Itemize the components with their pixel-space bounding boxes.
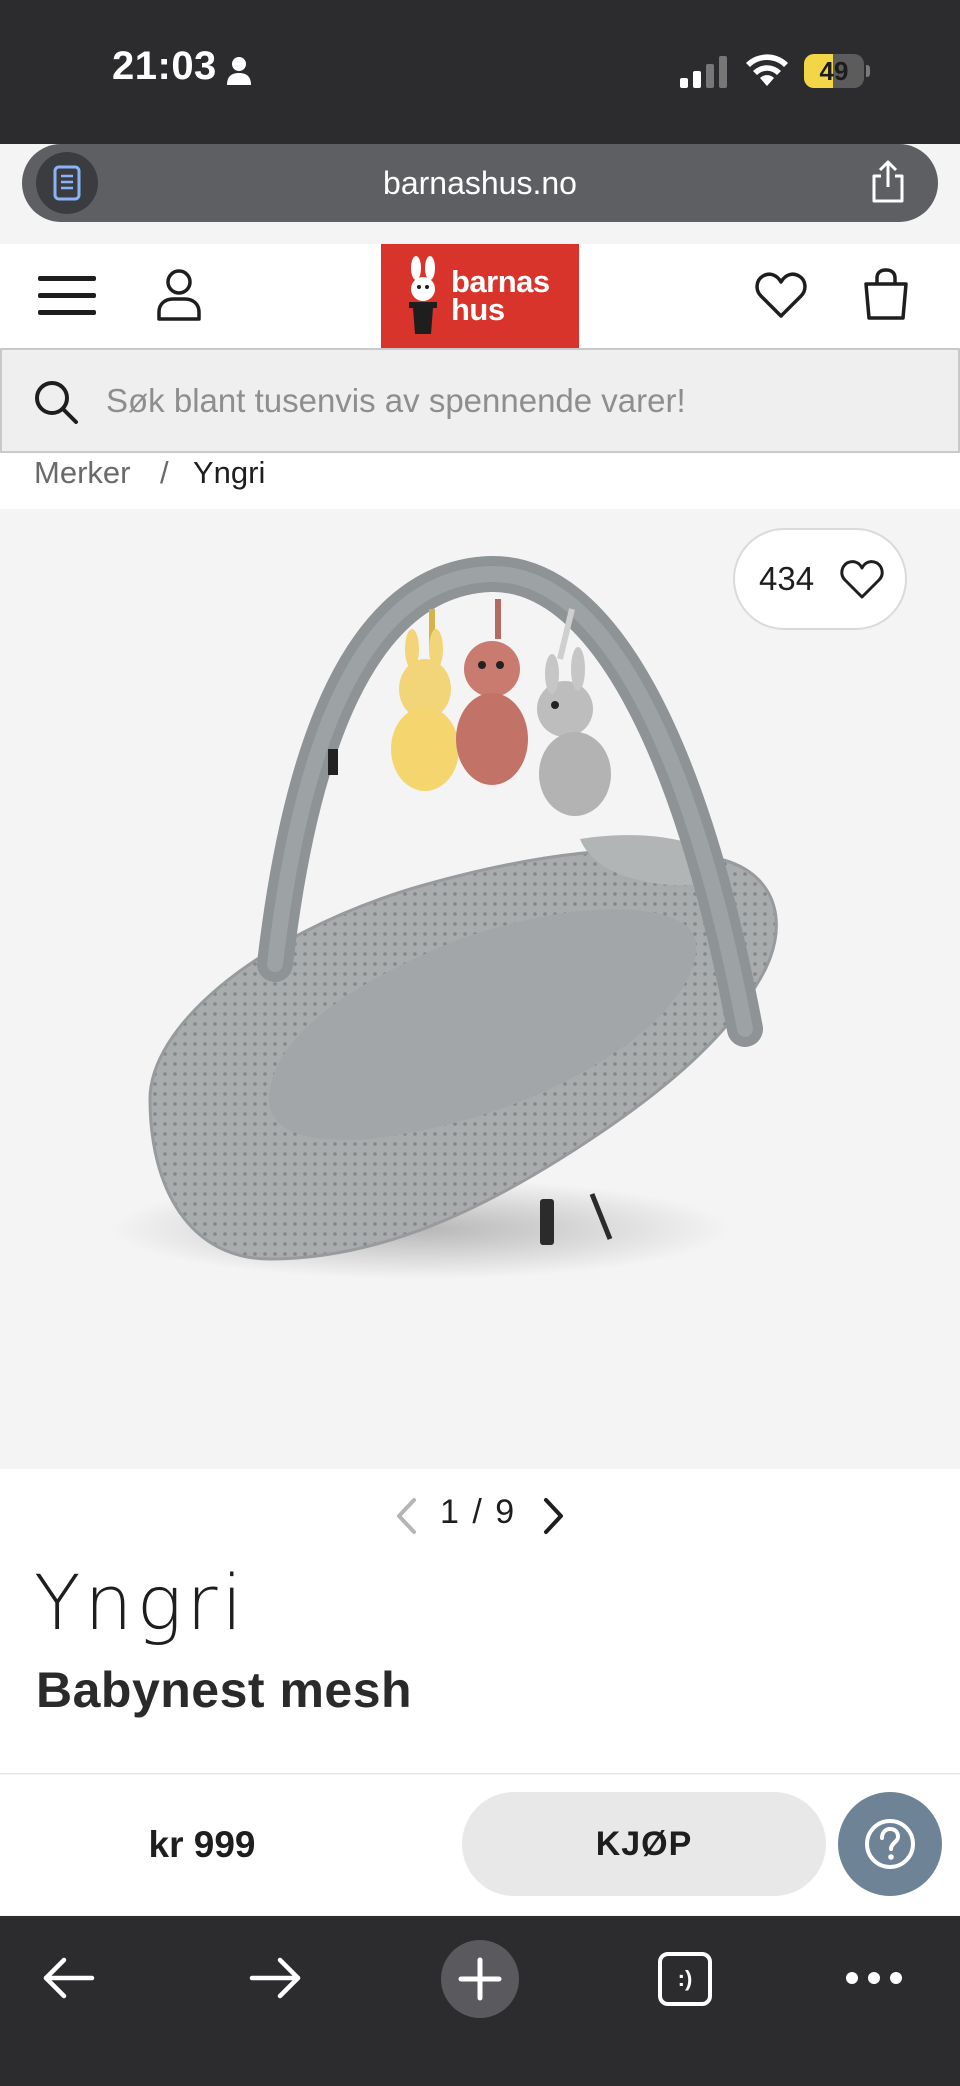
search-bar	[0, 348, 960, 453]
address-bar[interactable]: barnashus.no	[22, 144, 938, 222]
more-icon[interactable]	[846, 1972, 902, 1986]
chevron-left-icon[interactable]	[394, 1497, 420, 1535]
new-tab-button[interactable]	[441, 1940, 519, 2018]
bag-icon[interactable]	[862, 266, 910, 322]
wifi-icon	[746, 54, 788, 86]
buy-bar: kr 999 KJØP	[0, 1775, 960, 1915]
product-price: kr 999	[148, 1824, 256, 1865]
product-title: Babynest mesh	[36, 1662, 413, 1718]
favorite-count: 434	[759, 560, 815, 597]
question-icon	[865, 1819, 915, 1869]
battery-icon: 49	[804, 54, 870, 88]
bunny-logo-icon	[409, 256, 437, 334]
brand-logo[interactable]: Yngri	[34, 1561, 274, 1645]
user-icon[interactable]	[156, 268, 202, 322]
battery-level: 49	[819, 56, 849, 86]
buy-button[interactable]: KJØP	[462, 1792, 826, 1896]
plus-icon	[458, 1957, 502, 2001]
signal-icon	[680, 56, 727, 88]
heart-icon[interactable]	[754, 270, 808, 320]
search-input[interactable]	[106, 370, 926, 432]
menu-icon[interactable]	[38, 274, 96, 318]
gallery-pager: 1 / 9	[0, 1491, 960, 1541]
help-button[interactable]	[838, 1792, 942, 1896]
chevron-right-icon[interactable]	[540, 1497, 566, 1535]
url-text[interactable]: barnashus.no	[22, 144, 938, 222]
site-logo[interactable]: barnas hus	[381, 244, 579, 348]
product-gallery[interactable]: 434	[0, 509, 960, 1469]
pager-indicator: 1 / 9	[440, 1493, 517, 1531]
divider	[0, 1773, 960, 1774]
heart-outline-icon	[840, 560, 884, 599]
breadcrumb-separator: /	[160, 455, 169, 490]
favorite-button[interactable]: 434	[733, 528, 907, 630]
tabs-icon[interactable]: :)	[658, 1952, 712, 2006]
person-icon	[227, 57, 251, 85]
breadcrumb-link-merker[interactable]: Merker	[34, 455, 130, 491]
product-image[interactable]	[0, 509, 960, 1469]
reader-icon[interactable]	[36, 152, 98, 214]
search-icon[interactable]	[32, 378, 80, 426]
back-arrow-icon[interactable]	[42, 1956, 96, 2000]
status-time: 21:03	[112, 44, 217, 88]
logo-word-2: hus	[451, 292, 505, 327]
product-info: 1 / 9 Yngri Babynest mesh	[0, 1469, 960, 1774]
breadcrumb: Merker / Yngri	[0, 453, 960, 509]
browser-toolbar: :)	[0, 1916, 960, 2086]
share-icon[interactable]	[868, 160, 908, 204]
forward-arrow-icon[interactable]	[248, 1956, 302, 2000]
status-bar: 21:03 49	[0, 0, 960, 144]
breadcrumb-current: Yngri	[193, 455, 266, 490]
site-header: barnas hus	[0, 244, 960, 348]
